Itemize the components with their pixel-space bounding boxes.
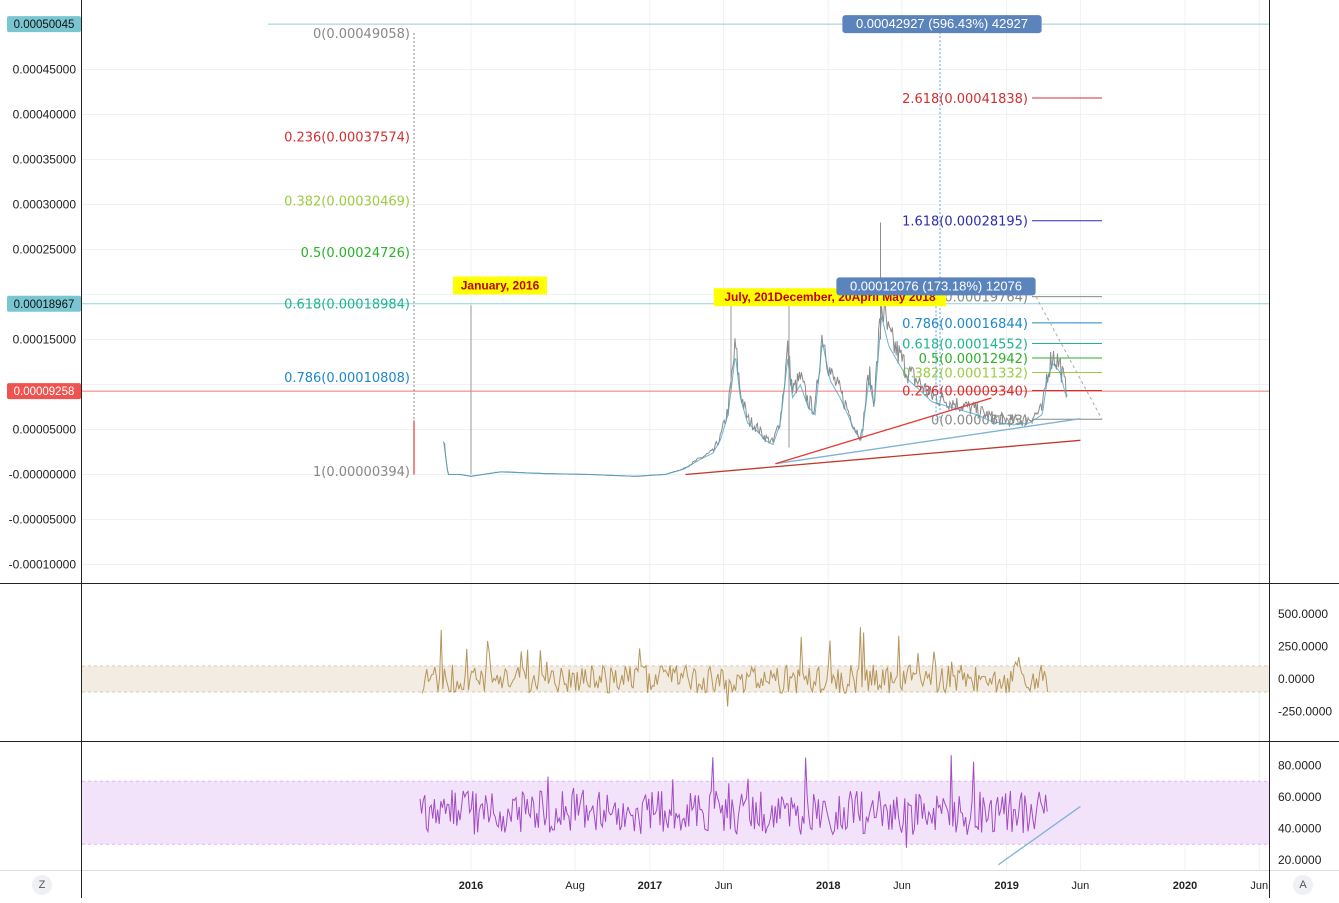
price-label: 0.00050045 [14,19,75,31]
time-axis-tick: 2017 [638,880,662,892]
fib-left-level: 0.236(0.00037574) [284,130,410,145]
rsi-axis-tick: 80.0000 [1278,759,1322,773]
annotation-label: January, 2016 [461,279,540,293]
price-axis-tick: -0.00005000 [9,513,77,527]
time-axis-tick: Jun [1250,880,1268,892]
price-axis-tick: -0.00010000 [9,558,77,572]
time-axis-tick: 2019 [994,880,1018,892]
price-axis-tick: 0.00025000 [13,243,77,257]
annotation-label: 0.00042927 (596.43%) 42927 [856,16,1028,31]
price-label: 0.00018967 [14,299,75,311]
fib-left-level: 0(0.00049058) [313,27,410,42]
time-axis-tick: 2016 [459,880,483,892]
cci-axis-tick: 500.0000 [1278,607,1328,621]
annotation-label: 0.00012076 (173.18%) 12076 [850,278,1022,293]
rsi-axis-tick: 20.0000 [1278,853,1322,867]
fib-right-level: 2.618(0.00041838) [902,92,1028,107]
price-pane-bg [82,0,1269,583]
time-axis-tick: Jun [893,880,911,892]
fib-right-level: 0.786(0.00016844) [902,317,1028,332]
fib-left-level: 0.786(0.00010808) [284,371,410,386]
price-axis-tick: 0.00045000 [13,63,77,77]
fib-left-level: 0.618(0.00018984) [284,298,410,313]
fib-right-level: 0.382(0.00011332) [902,367,1028,382]
fib-left-level: 0.5(0.00024726) [301,246,410,261]
chart-root: 0.00045000 0.00040000 0.00035000 0.00030000… [0,0,1339,898]
fib-right-level: 0.5(0.00012942) [919,352,1028,367]
auto-scale-button[interactable]: A [1293,875,1313,895]
price-axis-tick: 0.00015000 [13,333,77,347]
rsi-axis-tick: 60.0000 [1278,790,1322,804]
fib-right-level: 0.618(0.00014552) [902,338,1028,353]
cci-axis-tick: -250.0000 [1278,705,1332,719]
cci-axis-tick: 0.0000 [1278,672,1315,686]
time-axis-tick: 2020 [1173,880,1197,892]
price-label: 0.00009258 [14,386,75,398]
chart-canvas[interactable]: 0.00045000 0.00040000 0.00035000 0.00030000… [0,0,1339,898]
price-axis-tick: 0.00030000 [13,198,77,212]
rsi-band [82,781,1269,845]
price-axis-tick: -0.00000000 [9,468,77,482]
rsi-axis-tick: 40.0000 [1278,822,1322,836]
fib-right-level: 1.618(0.00028195) [902,215,1028,230]
time-axis-tick: Jun [1072,880,1090,892]
time-axis-tick: Aug [565,880,585,892]
price-axis-tick: 0.00035000 [13,153,77,167]
fib-left-level: 0.382(0.00030469) [284,194,410,209]
zoom-toggle-button[interactable]: Z [32,875,52,895]
cci-axis-tick: 250.0000 [1278,640,1328,654]
price-axis-tick: 0.00040000 [13,108,77,122]
fib-left-level: 1(0.00000394) [313,465,410,480]
time-axis-tick: 2018 [816,880,840,892]
time-axis-tick: Jun [715,880,733,892]
price-axis-tick: 0.00005000 [13,423,77,437]
